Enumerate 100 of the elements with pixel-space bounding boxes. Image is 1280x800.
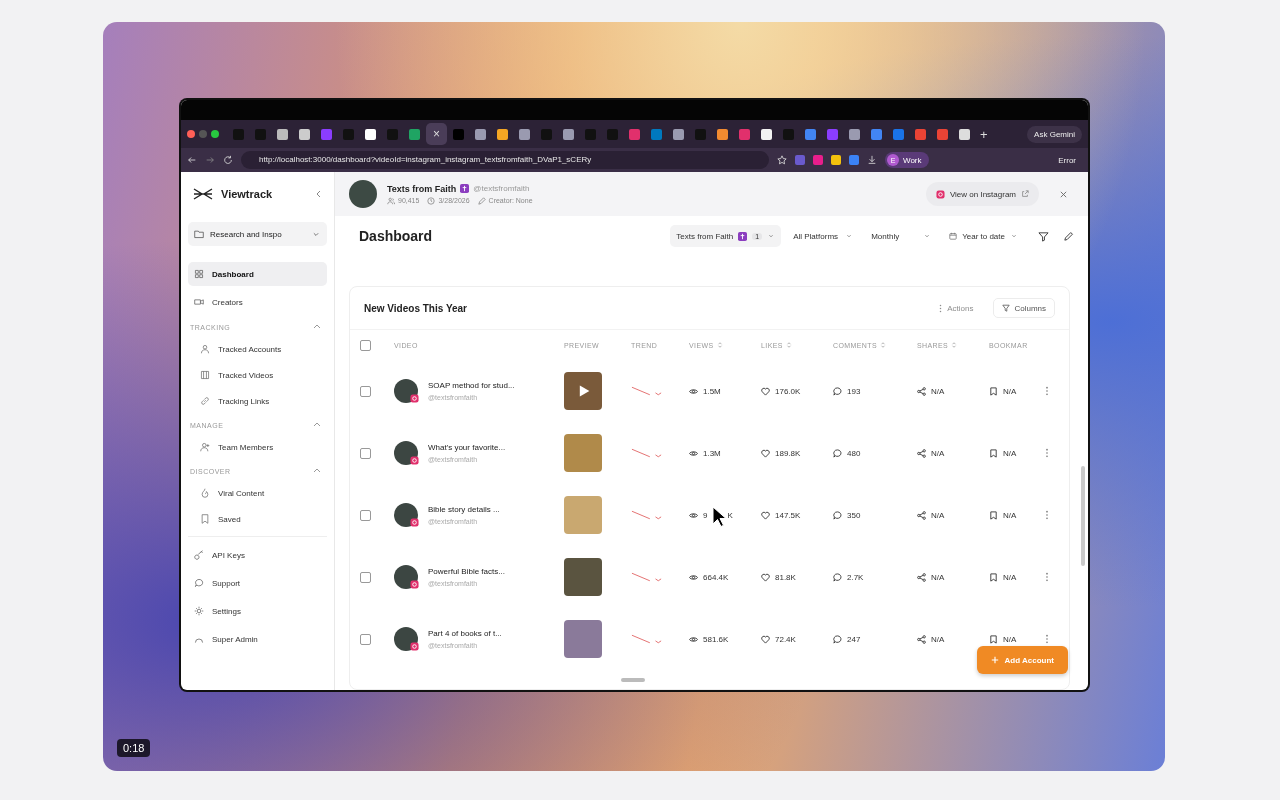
nav-item[interactable]: Tracking Links — [188, 390, 327, 412]
select-all-checkbox[interactable] — [360, 339, 371, 351]
row-checkbox[interactable] — [360, 571, 371, 583]
shares-count: N/A — [931, 634, 945, 644]
collapse-icon[interactable] — [315, 190, 323, 198]
nav-item[interactable]: API Keys — [188, 543, 327, 567]
extension-icon[interactable] — [849, 155, 859, 165]
nav-item[interactable]: Settings — [188, 599, 327, 623]
scrollbar[interactable] — [1081, 466, 1085, 566]
share-icon — [917, 448, 926, 458]
external-link-icon — [1021, 190, 1029, 198]
more-icon[interactable] — [1045, 386, 1049, 396]
more-icon[interactable] — [1045, 510, 1049, 520]
columns-button[interactable]: Columns — [993, 298, 1055, 318]
edit-icon[interactable] — [1063, 230, 1074, 242]
sort-icon[interactable] — [716, 341, 723, 349]
eye-icon — [689, 510, 698, 520]
comment-icon — [833, 634, 842, 644]
row-checkbox[interactable] — [360, 633, 371, 645]
link-icon — [200, 396, 210, 406]
more-icon[interactable] — [1045, 572, 1049, 582]
video-frame[interactable] — [103, 22, 1165, 771]
likes-count: 176.0K — [775, 386, 801, 396]
scroll-handle[interactable] — [621, 678, 645, 682]
bookmarks-count: N/A — [1003, 510, 1017, 520]
creator-handle: @textsfromfaith — [473, 184, 530, 193]
close-icon[interactable] — [1059, 189, 1068, 199]
film-icon — [200, 370, 210, 380]
section-toggle-icon[interactable] — [313, 323, 321, 331]
nav-item[interactable]: Super Admin — [188, 627, 327, 651]
video-title[interactable]: Bible story details ... — [428, 505, 500, 514]
forward-icon[interactable] — [205, 155, 215, 165]
filter-icon[interactable] — [1038, 230, 1049, 242]
video-title[interactable]: Part 4 of books of t... — [428, 629, 502, 638]
section-toggle-icon[interactable] — [313, 421, 321, 429]
flame-icon — [200, 488, 210, 498]
eye-icon — [689, 572, 698, 582]
ask-gemini-button[interactable]: Ask Gemini — [1027, 125, 1082, 143]
window-controls-icon[interactable] — [187, 130, 219, 138]
avatar-placeholder — [394, 379, 418, 403]
browser-tab[interactable]: × — [426, 123, 447, 145]
avatar-placeholder — [349, 180, 377, 208]
more-icon[interactable] — [1045, 448, 1049, 458]
sort-icon[interactable] — [951, 341, 958, 349]
workspace-dropdown[interactable]: Research and Inspo — [188, 222, 327, 246]
instagram-icon — [410, 518, 419, 527]
comments-count: 193 — [847, 386, 861, 396]
more-icon[interactable] — [1045, 634, 1049, 644]
new-tab-button[interactable]: + — [980, 126, 988, 142]
nav-item[interactable]: Viral Content — [188, 482, 327, 504]
address-bar[interactable]: http://localhost:3000/dashboard?videoId=instagram_instagram_textsfromfaith_DVaP1_sCERy — [241, 151, 769, 169]
shares-count: N/A — [931, 448, 945, 458]
comment-icon — [833, 386, 842, 396]
section-toggle-icon[interactable] — [313, 467, 321, 475]
folder-icon — [194, 229, 204, 239]
sort-icon[interactable] — [785, 341, 792, 349]
nav-item[interactable]: Team Members — [188, 436, 327, 458]
error-button[interactable]: Error — [1052, 154, 1082, 166]
likes-count: 147.5K — [775, 510, 801, 520]
photo-placeholder[interactable] — [564, 372, 602, 410]
people-icon — [387, 196, 395, 205]
comment-icon — [833, 448, 842, 458]
video-title[interactable]: SOAP method for stud... — [428, 381, 515, 390]
likes-count: 72.4K — [775, 634, 796, 644]
back-icon[interactable] — [187, 155, 197, 165]
row-checkbox[interactable] — [360, 509, 371, 521]
video-title[interactable]: Powerful Bible facts... — [428, 567, 505, 576]
nav-item[interactable]: Dashboard — [188, 262, 327, 286]
bookmark-star-icon[interactable] — [777, 155, 787, 165]
bookmark-icon — [989, 572, 998, 582]
row-checkbox[interactable] — [360, 447, 371, 459]
bookmark-icon — [200, 514, 210, 524]
chevron-down-icon — [1010, 232, 1018, 240]
nav-item[interactable]: Creators — [188, 290, 327, 314]
nav-item[interactable]: Tracked Accounts — [188, 338, 327, 360]
video-timestamp: 0:18 — [117, 739, 151, 757]
nav-item[interactable]: Tracked Videos — [188, 364, 327, 386]
instagram-icon — [410, 394, 419, 403]
instagram-icon — [410, 642, 419, 651]
nav-item[interactable]: Support — [188, 571, 327, 595]
views-count: 1.5M — [703, 386, 721, 396]
creator-name: Texts from Faith — [387, 183, 457, 194]
view-on-instagram-button[interactable]: View on Instagram — [925, 182, 1039, 206]
comments-count: 350 — [847, 510, 861, 520]
download-icon[interactable] — [867, 155, 877, 165]
avatar-placeholder — [394, 441, 418, 465]
cross-badge-icon — [460, 184, 470, 193]
instagram-icon — [410, 580, 419, 589]
row-checkbox[interactable] — [360, 385, 371, 397]
reload-icon[interactable] — [223, 155, 233, 165]
avatar-placeholder — [394, 565, 418, 589]
nav-item[interactable]: Saved — [188, 508, 327, 530]
extension-icon[interactable] — [831, 155, 841, 165]
sort-icon[interactable] — [880, 341, 887, 349]
extension-icon[interactable] — [813, 155, 823, 165]
share-icon — [917, 634, 926, 644]
clock-icon — [427, 196, 436, 205]
extension-icon[interactable] — [795, 155, 805, 165]
comments-count: 247 — [847, 634, 861, 644]
video-title[interactable]: What's your favorite... — [428, 443, 506, 452]
